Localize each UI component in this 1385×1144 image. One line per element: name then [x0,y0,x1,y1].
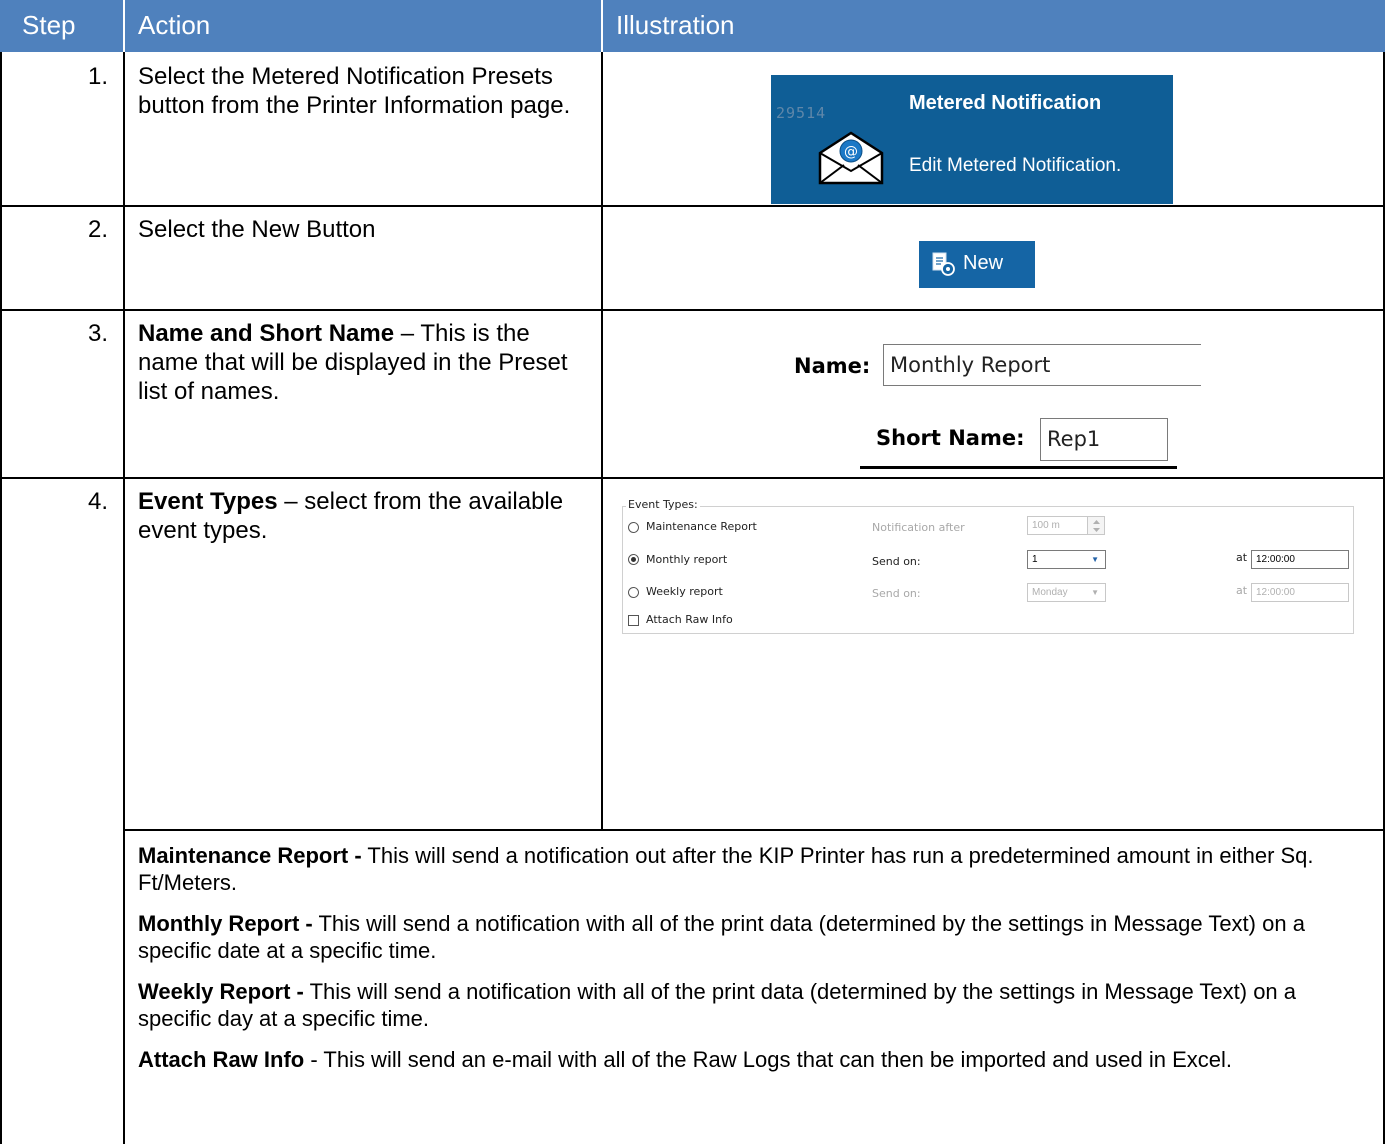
attach-raw-info-checkbox[interactable] [628,615,639,626]
step-number: 3. [87,320,108,347]
descriptions: Maintenance Report - This will send a no… [138,842,1373,1073]
grid-line [0,205,1385,207]
notification-after-label: Notification after [872,521,965,534]
monthly-time-input[interactable]: 12:00:00 [1251,550,1349,569]
header-action: Action [125,0,600,52]
amount-spinner[interactable] [1087,516,1105,535]
maintenance-radio[interactable] [628,522,639,533]
description-paragraph: Attach Raw Info - This will send an e-ma… [138,1046,1373,1073]
grid-line [123,52,125,1144]
chevron-down-icon: ▼ [1091,588,1099,597]
grid-line [601,52,603,830]
monthly-day-value: 1 [1032,554,1038,565]
grid-line [123,829,1385,831]
header-divider [601,0,603,52]
description-paragraph: Maintenance Report - This will send a no… [138,842,1373,896]
divider [860,466,1177,469]
weekly-label: Weekly report [646,585,723,598]
header-illustration: Illustration [603,0,1383,52]
description-paragraph: Weekly Report - This will send a notific… [138,978,1373,1032]
description-paragraph: Monthly Report - This will send a notifi… [138,910,1373,964]
grid-line [0,309,1385,311]
new-button-label: New [963,252,1004,274]
tile-subtitle: Edit Metered Notification. [909,155,1122,176]
step-number: 4. [87,488,108,515]
weekly-radio[interactable] [628,587,639,598]
description-bold: Monthly Report - [138,911,313,936]
weekly-at-label: at [1236,584,1248,597]
action-text: Event Types – select from the available … [138,487,583,545]
weekly-send-label: Send on: [872,587,921,600]
weekly-time-input[interactable]: 12:00:00 [1251,583,1349,602]
step-number: 2. [87,216,108,243]
spinner-arrows-icon [1093,520,1100,532]
counter-display: 29514 [776,104,827,122]
envelope-at-icon: @ [818,131,884,185]
event-types-legend: Event Types: [626,498,700,511]
svg-text:@: @ [844,144,858,160]
description-text: - This will send an e-mail with all of t… [304,1047,1232,1072]
weekly-day-select[interactable]: Monday ▼ [1027,583,1106,602]
grid-line [0,477,1385,479]
new-document-icon [932,252,955,276]
short-name-input[interactable]: Rep1 [1040,418,1168,461]
description-bold: Maintenance Report - [138,843,362,868]
weekly-day-value: Monday [1032,587,1068,598]
monthly-label: Monthly report [646,553,728,566]
description-text: This will send a notification with all o… [138,979,1297,1031]
monthly-send-label: Send on: [872,555,921,568]
monthly-radio[interactable] [628,554,639,565]
tile-title: Metered Notification [909,92,1102,114]
name-input[interactable]: Monthly Report [883,344,1201,386]
step-number: 1. [87,63,108,90]
attach-raw-info-label: Attach Raw Info [646,613,733,626]
chevron-down-icon: ▼ [1091,555,1099,564]
metered-notification-tile[interactable]: 29514 @ Metered Notification Edit Metere… [771,75,1173,204]
maintenance-amount-input[interactable]: 100 m [1027,516,1089,535]
maintenance-label: Maintenance Report [646,520,757,533]
monthly-day-select[interactable]: 1 ▼ [1027,550,1106,569]
name-label: Name: [794,354,871,378]
description-bold: Attach Raw Info [138,1047,305,1072]
action-text: Name and Short Name – This is the name t… [138,319,583,406]
action-bold: Name and Short Name [138,320,395,347]
action-text: Select the Metered Notification Presets … [138,63,571,119]
description-text: This will send a notification with all o… [138,911,1305,963]
header-divider [123,0,125,52]
action-bold: Event Types [138,488,278,515]
action-text: Select the New Button [138,216,376,243]
short-name-label: Short Name: [876,426,1025,450]
description-bold: Weekly Report - [138,979,304,1004]
header-step: Step [0,0,123,52]
monthly-at-label: at [1236,551,1248,564]
new-button[interactable]: New [919,241,1035,288]
